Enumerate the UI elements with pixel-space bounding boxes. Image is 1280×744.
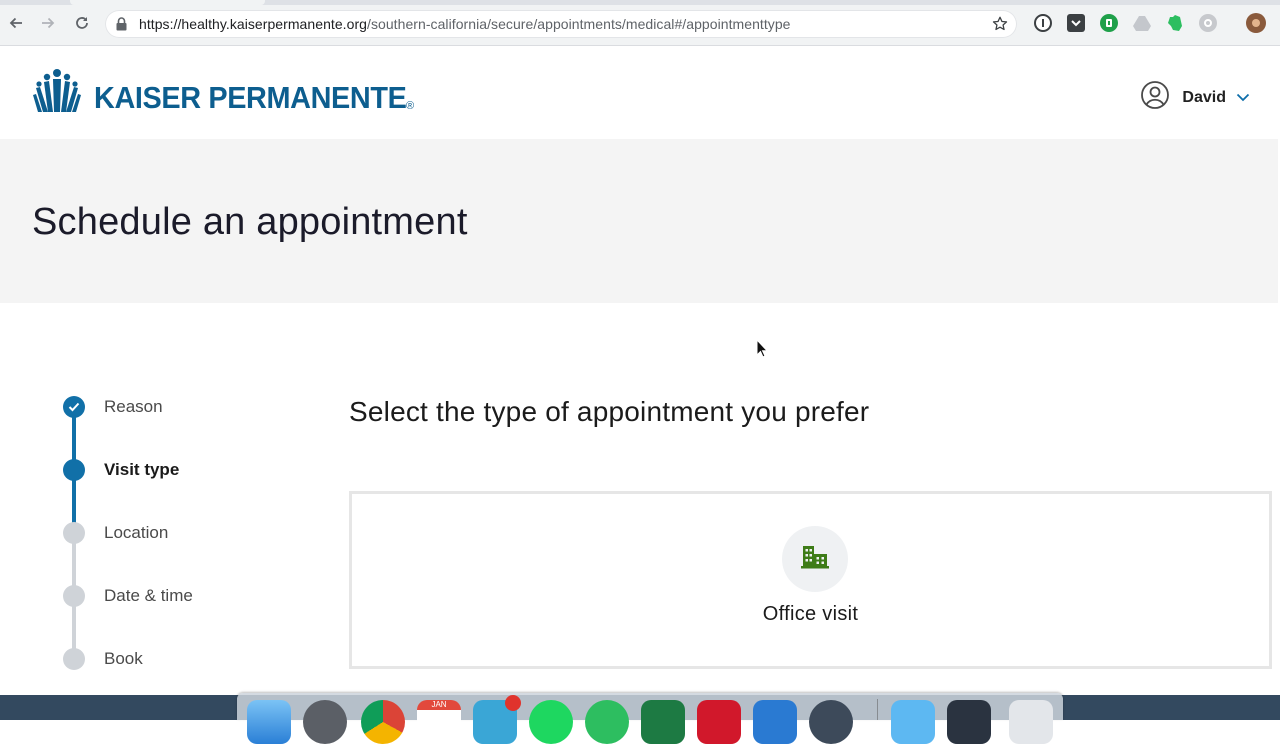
reload-icon[interactable] <box>72 13 92 33</box>
chevron-down-icon <box>1236 89 1250 107</box>
step-label: Location <box>104 523 169 542</box>
building-icon <box>800 544 830 575</box>
dock-separator <box>877 699 878 720</box>
step-location: Location <box>63 522 168 544</box>
calendar-icon[interactable]: JAN <box>417 700 461 744</box>
current-step-dot <box>63 459 85 481</box>
step-label: Reason <box>104 397 163 416</box>
quicktime-icon[interactable] <box>809 700 853 744</box>
chrome-icon[interactable] <box>361 700 405 744</box>
office-visit-option[interactable]: Office visit <box>349 491 1272 669</box>
user-account-icon <box>1140 80 1170 115</box>
user-menu[interactable]: David <box>1140 80 1250 115</box>
step-label: Date & time <box>104 586 193 605</box>
mouse-cursor-icon <box>756 338 769 363</box>
step-date-time: Date & time <box>63 585 193 607</box>
step-book: Book <box>63 648 143 670</box>
downloads-folder-icon[interactable] <box>891 700 935 744</box>
desktop-stack-icon[interactable] <box>947 700 991 744</box>
option-icon-circle <box>782 526 848 592</box>
step-label: Book <box>104 649 143 668</box>
step-label: Visit type <box>104 460 180 479</box>
progress-stepper: Reason Visit type Location Date & time B… <box>0 303 330 700</box>
page-title-band: Schedule an appointment <box>0 139 1278 303</box>
upcoming-step-dot <box>63 585 85 607</box>
bookmark-star-icon[interactable] <box>991 15 1009 38</box>
address-bar[interactable]: https://healthy.kaiserpermanente.org/sou… <box>105 10 1017 38</box>
profile-avatar[interactable] <box>1246 13 1266 33</box>
active-tab[interactable] <box>70 0 265 5</box>
tab-strip <box>0 0 1280 5</box>
page-title: Schedule an appointment <box>32 201 468 243</box>
upcoming-step-dot <box>63 522 85 544</box>
password-manager-icon[interactable] <box>1034 14 1052 32</box>
grammar-extension-icon[interactable] <box>1100 14 1118 32</box>
upcoming-step-dot <box>63 648 85 670</box>
logo-wordmark: KAISER PERMANENTE <box>94 80 407 115</box>
spotify-icon[interactable] <box>529 700 573 744</box>
url-path: /southern-california/secure/appointments… <box>367 16 791 32</box>
evernote-icon[interactable] <box>1166 14 1184 32</box>
power-extension-icon[interactable] <box>1199 14 1217 32</box>
url-text: https://healthy.kaiserpermanente.org/sou… <box>139 16 791 32</box>
kaiser-emblem-icon <box>33 69 81 112</box>
trash-icon[interactable] <box>1009 700 1053 744</box>
user-name: David <box>1182 88 1226 106</box>
maps-icon[interactable] <box>473 695 521 744</box>
calendar-month: JAN <box>431 700 447 709</box>
drive-icon[interactable] <box>1133 14 1151 32</box>
notification-badge <box>505 695 521 711</box>
pocket-icon[interactable] <box>1067 14 1085 32</box>
evernote-app-icon[interactable] <box>585 700 629 744</box>
site-header: KAISER PERMANENTE ® David <box>0 46 1278 139</box>
system-preferences-icon[interactable] <box>303 700 347 744</box>
logo-registered-mark: ® <box>405 100 415 112</box>
excel-icon[interactable] <box>641 700 685 744</box>
acrobat-icon[interactable] <box>697 700 741 744</box>
finder-icon[interactable] <box>247 700 291 744</box>
macos-dock: JAN <box>237 693 1063 744</box>
lock-icon <box>116 17 127 36</box>
browser-toolbar: https://healthy.kaiserpermanente.org/sou… <box>0 0 1280 46</box>
step-visit-type: Visit type <box>63 459 179 481</box>
option-label: Office visit <box>762 603 859 625</box>
url-host: https://healthy.kaiserpermanente.org <box>139 16 368 32</box>
back-arrow-icon[interactable] <box>6 13 26 33</box>
step-reason[interactable]: Reason <box>63 396 163 418</box>
kaiser-logo[interactable]: KAISER PERMANENTE ® <box>32 68 414 113</box>
check-icon <box>63 396 85 418</box>
forward-arrow-icon[interactable] <box>38 13 58 33</box>
word-icon[interactable] <box>753 700 797 744</box>
section-heading: Select the type of appointment you prefe… <box>349 396 870 427</box>
